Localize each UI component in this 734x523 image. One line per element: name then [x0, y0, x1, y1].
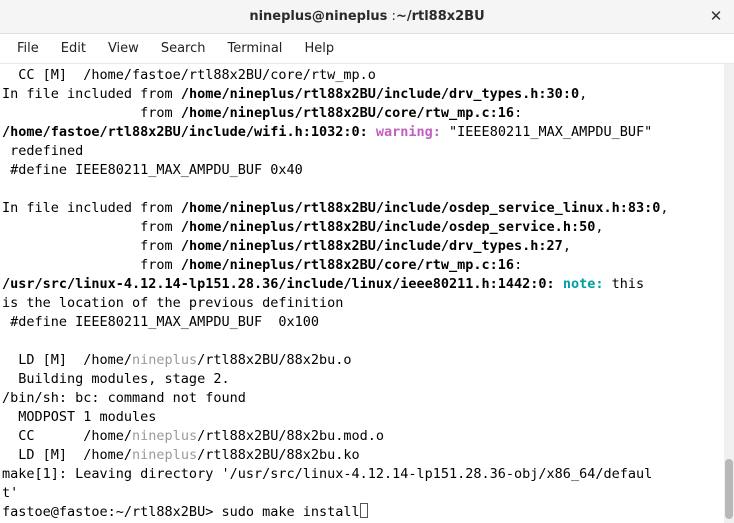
out-line: make[1]: Leaving directory '/usr/src/lin…: [2, 466, 652, 482]
out-line: from: [2, 105, 181, 121]
menu-view[interactable]: View: [97, 36, 150, 61]
out-line: MODPOST 1 modules: [2, 409, 156, 425]
out-line: t': [2, 485, 18, 501]
out-line: "IEEE80211_MAX_AMPDU_BUF": [441, 124, 652, 140]
titlebar: nineplus@nineplus :~/rtl88x2BU ✕: [0, 0, 734, 34]
out-line: ,: [595, 219, 603, 235]
out-path: /home/nineplus/rtl88x2BU/core/rtw_mp.c:1…: [181, 257, 514, 273]
out-path: /home/nineplus/rtl88x2BU/include/drv_typ…: [181, 86, 579, 102]
out-line: LD [M] /home/: [2, 352, 132, 368]
menubar: File Edit View Search Terminal Help: [0, 34, 734, 64]
out-path: /home/nineplus/rtl88x2BU/include/drv_typ…: [181, 238, 563, 254]
out-line: CC /home/: [2, 428, 132, 444]
out-path: /usr/src/linux-4.12.14-lp151.28.36/inclu…: [2, 276, 555, 292]
out-line: CC [M] /home/fastoe/rtl88x2BU/core/rtw_m…: [2, 67, 376, 83]
title-sep: :: [387, 9, 396, 24]
out-line: :: [514, 105, 522, 121]
out-user: nineplus: [132, 447, 197, 463]
close-icon: ✕: [710, 7, 723, 25]
out-user: nineplus: [132, 352, 197, 368]
out-line: this: [603, 276, 644, 292]
menu-edit[interactable]: Edit: [50, 36, 97, 61]
out-line: redefined: [2, 143, 83, 159]
out-line: /bin/sh: bc: command not found: [2, 390, 246, 406]
window-title: nineplus@nineplus :~/rtl88x2BU: [249, 9, 484, 24]
out-line: ,: [579, 86, 587, 102]
cursor-icon: [360, 503, 368, 518]
scrollbar[interactable]: [724, 64, 734, 523]
menu-help[interactable]: Help: [293, 36, 345, 61]
menu-file[interactable]: File: [6, 36, 50, 61]
menu-search[interactable]: Search: [150, 36, 217, 61]
out-line: Building modules, stage 2.: [2, 371, 230, 387]
close-button[interactable]: ✕: [706, 6, 726, 26]
note-label: note:: [563, 276, 604, 292]
out-line: /rtl88x2BU/88x2bu.ko: [197, 447, 360, 463]
title-path: ~/rtl88x2BU: [396, 9, 485, 24]
out-user: nineplus: [132, 428, 197, 444]
out-line: ,: [660, 200, 668, 216]
scrollthumb[interactable]: [725, 459, 733, 519]
out-line: In file included from: [2, 86, 181, 102]
typed-command[interactable]: sudo make install: [221, 504, 359, 520]
out-line: ,: [563, 238, 571, 254]
out-line: In file included from: [2, 200, 181, 216]
title-user-host: nineplus@nineplus: [249, 9, 387, 24]
terminal-viewport[interactable]: CC [M] /home/fastoe/rtl88x2BU/core/rtw_m…: [0, 64, 734, 523]
out-line: /rtl88x2BU/88x2bu.o: [197, 352, 351, 368]
out-line: LD [M] /home/: [2, 447, 132, 463]
terminal-content[interactable]: CC [M] /home/fastoe/rtl88x2BU/core/rtw_m…: [0, 64, 734, 523]
out-line: is the location of the previous definiti…: [2, 295, 343, 311]
out-line: :: [514, 257, 522, 273]
warning-label: warning:: [376, 124, 441, 140]
out-line: from: [2, 257, 181, 273]
menu-terminal[interactable]: Terminal: [216, 36, 293, 61]
out-line: #define IEEE80211_MAX_AMPDU_BUF 0x40: [2, 162, 303, 178]
prompt: fastoe@fastoe:~/rtl88x2BU>: [2, 504, 221, 520]
out-line: from: [2, 219, 181, 235]
out-line: #define IEEE80211_MAX_AMPDU_BUF 0x100: [2, 314, 319, 330]
out-line: /rtl88x2BU/88x2bu.mod.o: [197, 428, 384, 444]
out-path: /home/nineplus/rtl88x2BU/include/osdep_s…: [181, 219, 596, 235]
out-line: from: [2, 238, 181, 254]
out-path: /home/nineplus/rtl88x2BU/include/osdep_s…: [181, 200, 661, 216]
out-path: /home/nineplus/rtl88x2BU/core/rtw_mp.c:1…: [181, 105, 514, 121]
out-path: /home/fastoe/rtl88x2BU/include/wifi.h:10…: [2, 124, 368, 140]
